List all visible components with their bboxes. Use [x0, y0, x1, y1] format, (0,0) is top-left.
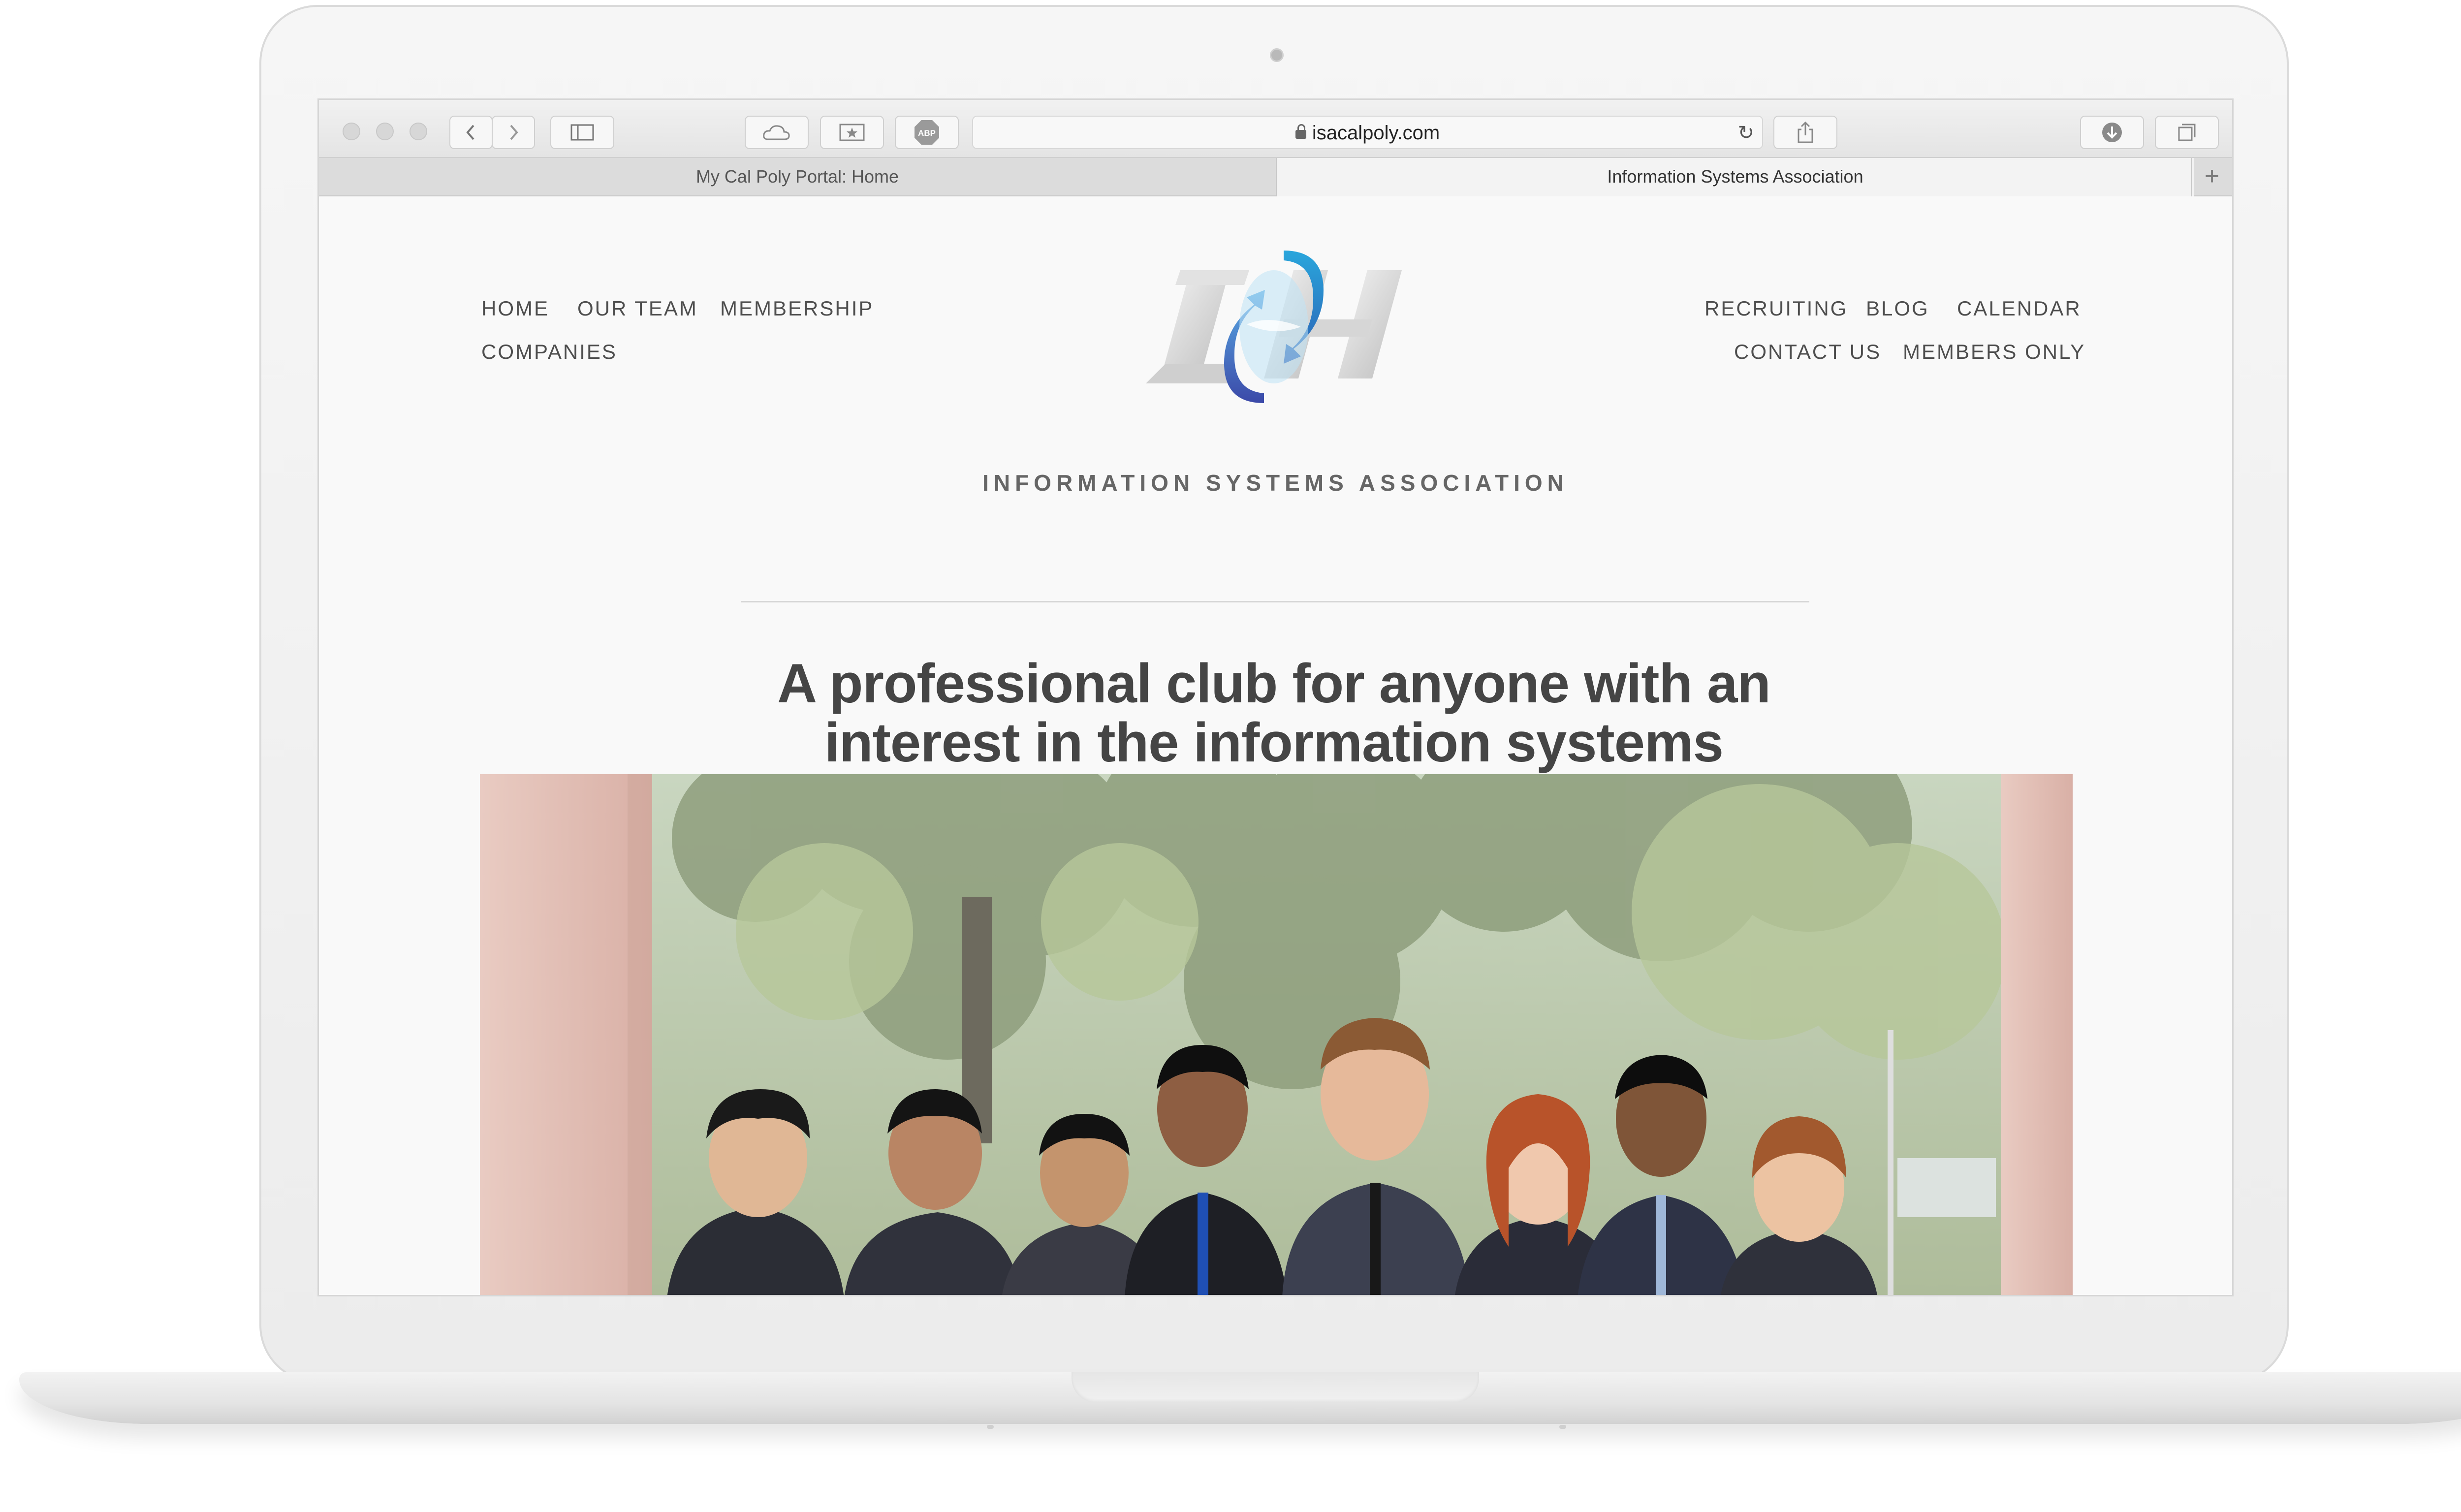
tab-bar: My Cal Poly Portal: Home Information Sys… [319, 157, 2232, 196]
url-display: isacalpoly.com [973, 117, 1762, 149]
address-bar[interactable]: isacalpoly.com ↻ [972, 116, 1763, 149]
back-icon [466, 125, 474, 140]
nav-recruiting[interactable]: RECRUITING [1704, 297, 1848, 320]
laptop-foot [987, 1425, 994, 1429]
share-button[interactable] [1773, 116, 1837, 149]
tab-my-cal-poly-portal[interactable]: My Cal Poly Portal: Home [319, 158, 1276, 196]
site-name: INFORMATION SYSTEMS ASSOCIATION [982, 470, 1569, 496]
lock-icon [1295, 124, 1306, 139]
adblock-icon: ABP [915, 120, 939, 145]
forward-button[interactable] [492, 116, 535, 149]
icloud-tabs-button[interactable] [745, 116, 809, 149]
new-tab-button[interactable]: + [2191, 158, 2232, 196]
browser-toolbar: ABP isacalpoly.com ↻ [319, 100, 2232, 157]
downloads-icon [2102, 123, 2122, 142]
adblock-button[interactable]: ABP [895, 116, 959, 149]
nav-membership[interactable]: MEMBERSHIP [720, 297, 874, 320]
laptop-notch [1072, 1372, 1479, 1403]
web-page: HOME OUR TEAM MEMBERSHIP COMPANIES RECRU… [319, 196, 2232, 1295]
nav-members-only[interactable]: MEMBERS ONLY [1903, 340, 2085, 364]
downloads-button[interactable] [2080, 116, 2144, 149]
nav-home[interactable]: HOME [481, 297, 549, 320]
laptop-foot [1559, 1425, 1566, 1429]
hero-heading-line-1: A professional club for anyone with an [777, 653, 1771, 714]
nav-contact-us[interactable]: CONTACT US [1734, 340, 1881, 364]
back-button[interactable] [449, 116, 493, 149]
bookmarks-button[interactable] [820, 116, 884, 149]
share-icon [1798, 121, 1813, 143]
bookmarks-icon [839, 124, 865, 141]
svg-text:ABP: ABP [918, 128, 936, 138]
header-divider [741, 601, 1809, 602]
icloud-icon [763, 125, 790, 140]
reload-icon[interactable]: ↻ [1737, 117, 1754, 149]
zoom-window-button[interactable] [410, 123, 427, 140]
nav-blog[interactable]: BLOG [1866, 297, 1929, 320]
team-photo [480, 774, 2073, 1295]
nav-our-team[interactable]: OUR TEAM [577, 297, 698, 320]
url-text: isacalpoly.com [1312, 122, 1440, 144]
tab-overview-button[interactable] [2155, 116, 2219, 149]
tabs-overview-icon [2178, 124, 2196, 141]
tab-information-systems-association[interactable]: Information Systems Association [1276, 158, 2194, 196]
sidebar-button[interactable] [550, 116, 614, 149]
minimize-window-button[interactable] [376, 123, 394, 140]
isa-logo[interactable] [1136, 241, 1412, 438]
nav-calendar[interactable]: CALENDAR [1957, 297, 2082, 320]
sidebar-icon [570, 124, 594, 141]
forward-icon [510, 125, 518, 140]
camera-dot [1270, 48, 1284, 62]
nav-companies[interactable]: COMPANIES [481, 340, 617, 364]
browser-window: ABP isacalpoly.com ↻ My Cal Poly Portal:… [317, 98, 2234, 1296]
close-window-button[interactable] [343, 123, 360, 140]
